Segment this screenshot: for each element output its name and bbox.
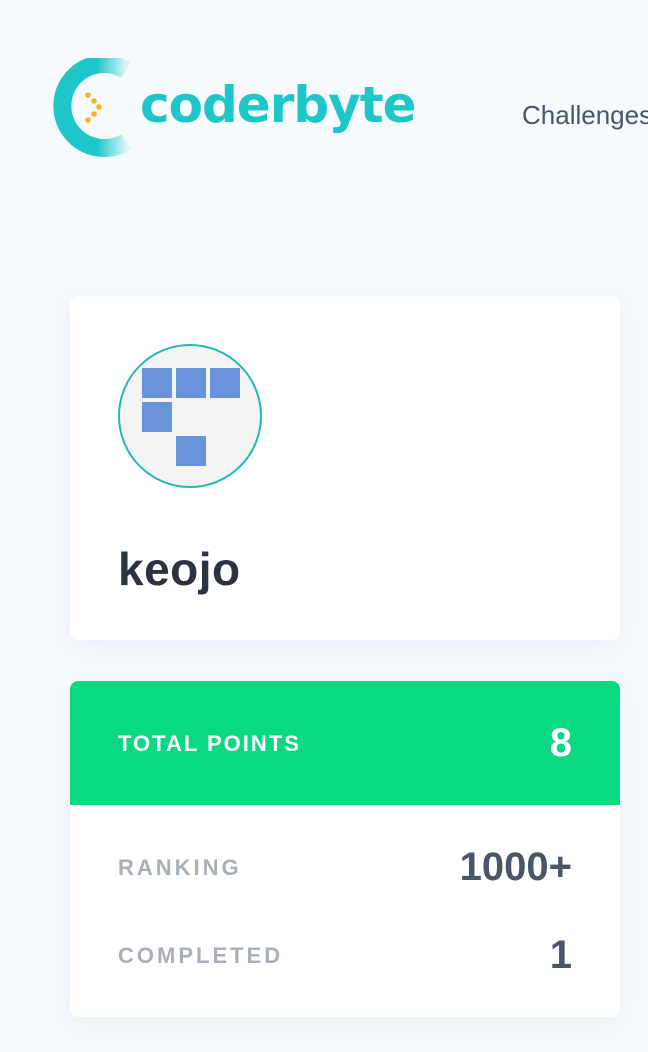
avatar-pixel-block: [210, 368, 240, 398]
nav-link-challenges[interactable]: Challenges: [522, 100, 648, 131]
total-points-banner: TOTAL POINTS 8: [70, 681, 620, 805]
top-navigation: coderbyte Challenges: [0, 0, 648, 200]
coderbyte-logo-icon: [53, 58, 131, 157]
ranking-label: RANKING: [118, 855, 242, 880]
coderbyte-logo[interactable]: coderbyte: [42, 58, 417, 158]
ranking-value: 1000+: [459, 845, 572, 889]
total-points-label: TOTAL POINTS: [118, 731, 301, 756]
avatar-pixel-block: [176, 436, 206, 466]
completed-value: 1: [549, 933, 572, 977]
avatar-pixel-block: [142, 402, 172, 432]
avatar[interactable]: [118, 344, 262, 488]
stats-card: TOTAL POINTS 8 RANKING 1000+ COMPLETED 1: [70, 681, 620, 1017]
brand-name: coderbyte: [140, 76, 417, 134]
total-points-value: 8: [549, 721, 572, 765]
completed-label: COMPLETED: [118, 943, 284, 968]
avatar-pixel-block: [176, 368, 206, 398]
username: keojo: [118, 543, 241, 595]
avatar-pixel-block: [142, 368, 172, 398]
profile-card: keojo: [70, 296, 620, 640]
